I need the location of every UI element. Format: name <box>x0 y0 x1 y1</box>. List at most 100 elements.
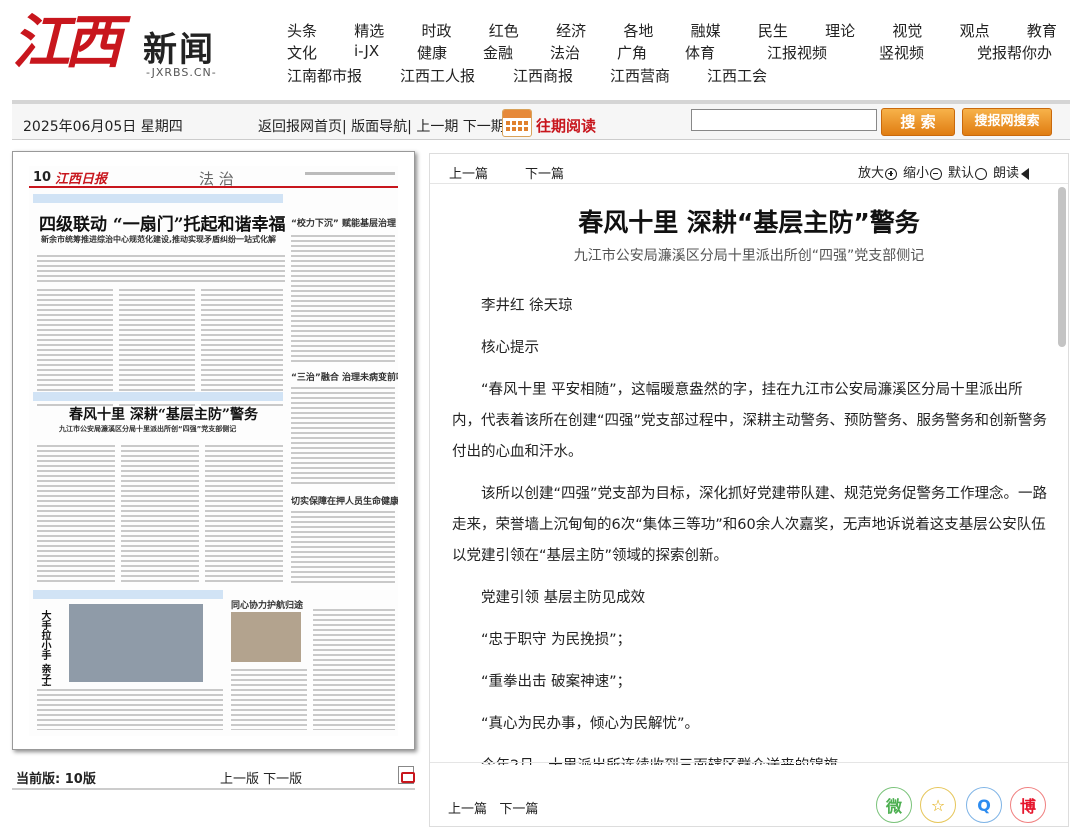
nav-link[interactable]: 江西工会 <box>707 65 767 86</box>
page-prev-next-links[interactable]: 上一版 下一版 <box>220 768 302 787</box>
article-subheading: 党建引领 基层主防见成效 <box>481 590 646 606</box>
paper-text-block <box>291 508 395 586</box>
default-size-button[interactable]: 默认 <box>948 162 988 181</box>
paper-page-number: 10 <box>33 170 52 185</box>
issue-nav-links[interactable]: 返回报网首页| 版面导航| 上一期 下一期| <box>258 116 510 136</box>
nav-link[interactable]: 精选 <box>354 20 384 41</box>
article-toolbar: 上一篇 下一篇 放大 缩小 默认 朗读 <box>430 154 1068 184</box>
paper-photo <box>69 604 203 682</box>
nav-link[interactable]: i-JX <box>354 42 379 60</box>
calendar-icon[interactable] <box>502 109 532 137</box>
nav-link[interactable]: 体育 <box>685 42 715 63</box>
article-text: 李井红 徐天琼 核心提示 “春风十里 平安相随”，这幅暖意盎然的字，挂在九江市公安局… <box>452 291 1048 765</box>
site-search-button[interactable]: 搜报网搜索 <box>962 108 1052 136</box>
qzone-share-icon[interactable]: ☆ <box>920 787 956 823</box>
nav-link[interactable]: 红色 <box>489 20 519 41</box>
article-paragraph: “春风十里 平安相随”，这幅暖意盎然的字，挂在九江市公安局濂溪区分局十里派出所内… <box>452 382 1048 460</box>
next-article-link[interactable]: 下一篇 <box>525 163 564 182</box>
paper-bottom-headline[interactable]: 同心协力护航归途 <box>231 598 303 611</box>
speaker-icon <box>1021 167 1030 180</box>
paper-band <box>33 392 283 401</box>
article-body: 春风十里 深耕“基层主防”警务 九江市公安局濂溪区分局十里派出所创“四强”党支部… <box>430 185 1068 765</box>
prev-article-link[interactable]: 上一篇 <box>449 163 488 182</box>
article-byline: 李井红 徐天琼 <box>481 298 573 314</box>
nav-link[interactable]: 头条 <box>287 20 317 41</box>
nav-link[interactable]: 健康 <box>417 42 447 63</box>
nav-link[interactable]: 法治 <box>550 42 580 63</box>
nav-link[interactable]: 观点 <box>960 20 990 41</box>
site-logo[interactable]: 江西 新闻 -JXRBS.CN- <box>8 4 228 84</box>
site-header: 江西 新闻 -JXRBS.CN- 头条 精选 时政 红色 经济 各地 融媒 民生 理论 视觉 观点 教… <box>0 0 1080 96</box>
paper-band <box>33 590 223 599</box>
paper-text-block <box>291 384 395 484</box>
issue-toolbar: 2025年06月05日 星期四 返回报网首页| 版面导航| 上一期 下一期| 往… <box>12 100 1070 140</box>
qq-share-icon[interactable]: Q <box>966 787 1002 823</box>
paper-side-headline-2[interactable]: 切实保障在押人员生命健康安全 <box>291 494 398 507</box>
logo-brush-text: 江西 <box>12 8 122 76</box>
footer-next-link[interactable]: 下一篇 <box>499 802 538 817</box>
paper-text-block <box>205 442 283 582</box>
nav-link[interactable]: 江西营商 <box>610 65 670 86</box>
paper-text-block <box>313 606 395 730</box>
paper-meta-line <box>305 172 395 175</box>
zoom-in-button[interactable]: 放大 <box>858 162 898 181</box>
nav-link[interactable]: 教育 <box>1027 20 1057 41</box>
nav-link[interactable]: 江南都市报 <box>287 65 362 86</box>
current-page-label: 当前版: 10版 <box>16 772 96 787</box>
article-subheading: 核心提示 <box>481 340 539 356</box>
nav-link[interactable]: 经济 <box>556 20 586 41</box>
paper-text-block <box>121 442 199 582</box>
article-paragraph: 该所以创建“四强”党支部为目标，深化抓好党建带队建、规范党务促警务工作理念。一路… <box>452 486 1048 564</box>
footer-prev-link[interactable]: 上一篇 <box>448 802 487 817</box>
pdf-icon[interactable] <box>398 766 415 784</box>
article-scrollbar[interactable] <box>1058 187 1066 763</box>
nav-link[interactable]: 融媒 <box>691 20 721 41</box>
newspaper-page-thumbnail[interactable]: 10 江西日报 法 治 四级联动 “一扇门”托起和谐幸福 新余市统筹推进综治中心… <box>12 151 415 750</box>
wechat-share-icon[interactable]: 微 <box>876 787 912 823</box>
past-issues-link[interactable]: 往期阅读 <box>536 115 596 136</box>
nav-link[interactable]: 党报帮你办 <box>977 42 1052 63</box>
paper-text-block <box>231 666 307 730</box>
nav-link[interactable]: 竖视频 <box>879 42 924 63</box>
paper-brand: 江西日报 <box>55 172 108 187</box>
paper-section: 法 治 <box>199 170 234 188</box>
nav-link[interactable]: 理论 <box>825 20 855 41</box>
paper-headline-1[interactable]: 四级联动 “一扇门”托起和谐幸福 <box>39 210 285 235</box>
paper-photo-2 <box>231 612 301 662</box>
nav-link[interactable]: 金融 <box>483 42 513 63</box>
nav-link[interactable]: 民生 <box>758 20 788 41</box>
nav-link[interactable]: 各地 <box>623 20 653 41</box>
page-nav-bar: 当前版: 10版 上一版 下一版 <box>12 762 415 790</box>
paper-text-block <box>119 286 195 406</box>
nav-link[interactable]: 江西工人报 <box>400 65 475 86</box>
search-input[interactable] <box>691 109 877 131</box>
paper-band <box>33 194 283 203</box>
zoom-in-icon <box>885 167 898 180</box>
search-button[interactable]: 搜 索 <box>881 108 955 136</box>
nav-link[interactable]: 时政 <box>422 20 452 41</box>
article-title: 春风十里 深耕“基层主防”警务 <box>578 208 920 237</box>
paper-side-headline[interactable]: “校力下沉” 赋能基层治理 <box>291 216 396 229</box>
paper-headline-2[interactable]: 春风十里 深耕“基层主防”警务 <box>69 404 258 424</box>
weibo-share-icon[interactable]: 博 <box>1010 787 1046 823</box>
nav-link[interactable]: 视觉 <box>892 20 922 41</box>
article-subtitle: 九江市公安局濂溪区分局十里派出所创“四强”党支部侧记 <box>573 248 925 264</box>
scrollbar-thumb[interactable] <box>1058 187 1066 347</box>
logo-name: 新闻 <box>143 30 215 70</box>
read-aloud-button[interactable]: 朗读 <box>993 162 1030 181</box>
zoom-out-icon <box>930 167 943 180</box>
nav-link[interactable]: 江西商报 <box>513 65 573 86</box>
paper-subhead-1: 新余市统筹推进综治中心规范化建设,推动实现矛盾纠纷一站式化解 <box>41 235 277 244</box>
paper-subhead-2: 九江市公安局濂溪区分局十里派出所创“四强”党支部侧记 <box>59 425 237 433</box>
article-paragraph: “真心为民办事，倾心为民解忧”。 <box>481 716 700 732</box>
main-nav-row-1: 头条 精选 时政 红色 经济 各地 融媒 民生 理论 视觉 观点 教育 <box>287 20 1057 41</box>
nav-link[interactable]: 文化 <box>287 42 317 63</box>
article-footer: 上一篇 下一篇 微 ☆ Q 博 <box>430 762 1068 826</box>
paper-text-block <box>37 442 115 582</box>
paper-text-block <box>201 286 283 406</box>
paper-mid-headline[interactable]: “三治”融合 治理未病变前哨 <box>291 370 398 383</box>
nav-link[interactable]: 广角 <box>617 42 647 63</box>
zoom-out-button[interactable]: 缩小 <box>903 162 943 181</box>
paper-text-block <box>291 232 395 362</box>
nav-link[interactable]: 江报视频 <box>767 42 827 63</box>
